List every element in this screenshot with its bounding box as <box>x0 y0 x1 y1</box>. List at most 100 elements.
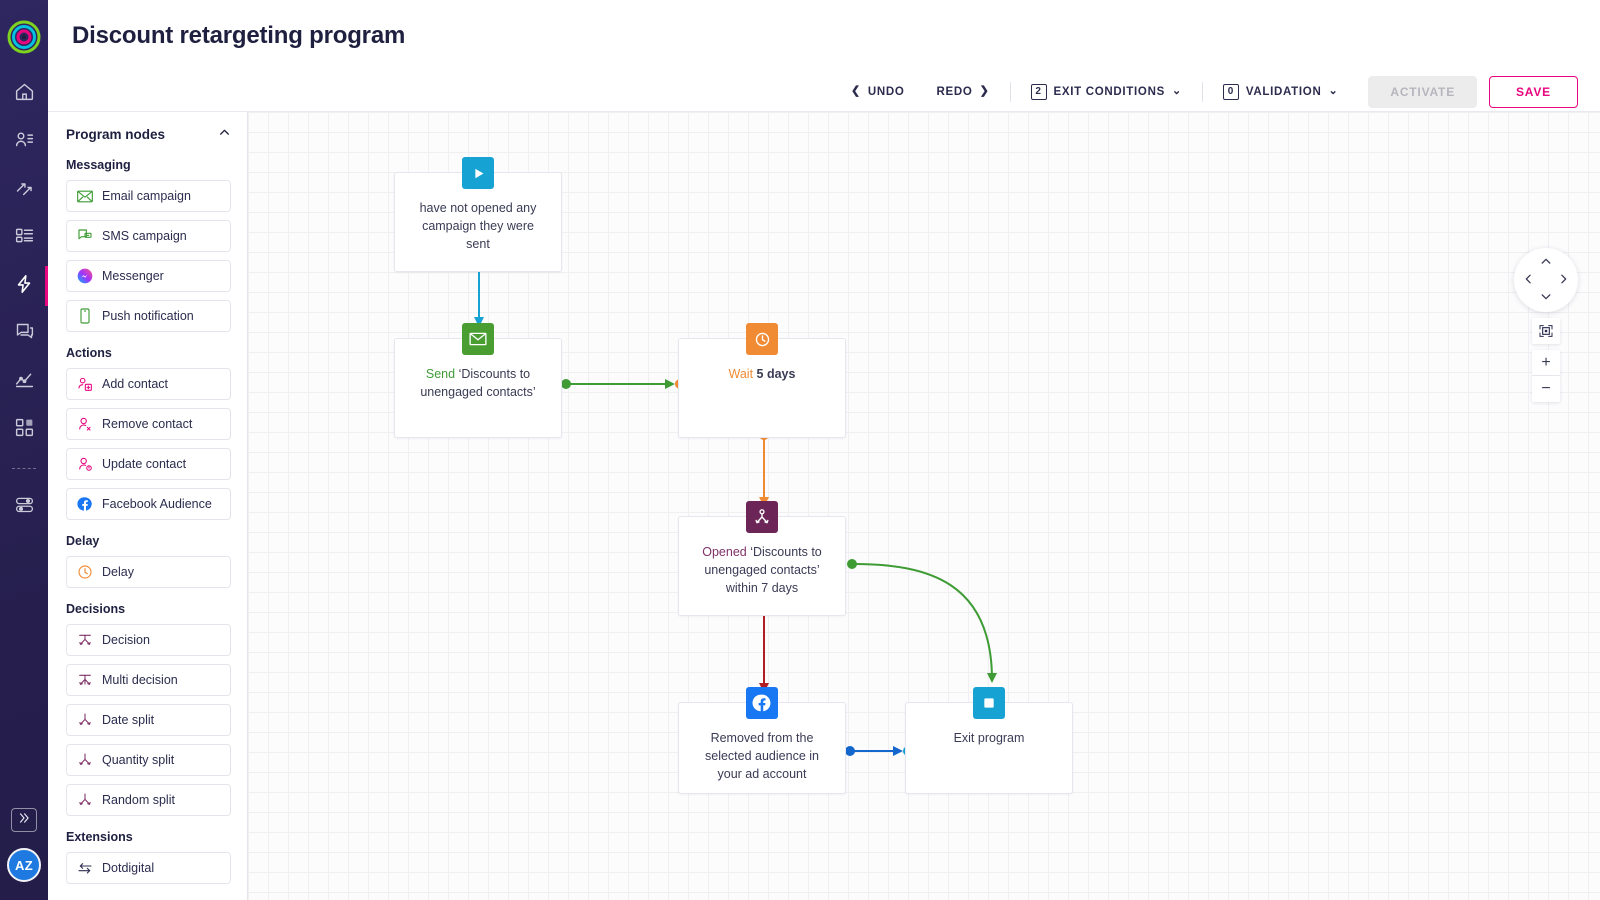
sidebar-item-campaigns[interactable] <box>0 176 48 204</box>
undo-label: UNDO <box>867 85 905 98</box>
flow-node-decision-opened[interactable]: Opened ‘Discounts to unengaged contacts’… <box>678 501 846 616</box>
avatar[interactable]: AZ <box>7 848 41 882</box>
add-contact-icon <box>77 376 93 392</box>
clock-icon <box>746 323 778 355</box>
palette-group-title: Delay <box>66 534 100 548</box>
palette-node-push-notification[interactable]: Push notification <box>66 300 231 332</box>
exit-conditions-label: EXIT CONDITIONS <box>1053 85 1165 98</box>
app-root: AZ Discount retargeting program ❮ UNDO R… <box>0 0 1600 900</box>
zoom-controls: + − <box>1532 318 1560 402</box>
palette-node-label: Add contact <box>102 377 169 391</box>
pan-up-button[interactable] <box>1540 255 1553 270</box>
palette-group-title: Messaging <box>66 158 131 172</box>
pan-down-button[interactable] <box>1540 290 1553 305</box>
sidebar-item-automation[interactable] <box>0 266 48 306</box>
palette-node-sms-campaign[interactable]: SMS campaign <box>66 220 231 252</box>
primary-nav-rail: AZ <box>0 0 48 900</box>
rail-footer: AZ <box>0 808 48 882</box>
apps-grid-icon <box>14 417 35 443</box>
flow-node-wait[interactable]: Wait 5 days <box>678 323 846 438</box>
redo-button[interactable]: REDO ❯ <box>921 76 1006 108</box>
chevron-right-icon: ❯ <box>979 85 990 97</box>
palette-node-add-contact[interactable]: Add contact <box>66 368 231 400</box>
flow-node-wait-text: 5 days <box>756 367 796 381</box>
pan-control[interactable] <box>1514 248 1578 312</box>
chevron-down-icon: ⌄ <box>1171 85 1182 97</box>
email-send-icon <box>462 323 494 355</box>
remove-contact-icon <box>77 416 93 432</box>
palette-node-multi-decision[interactable]: Multi decision <box>66 664 231 696</box>
validation-count-badge: 0 <box>1222 83 1239 100</box>
contacts-icon <box>14 129 35 155</box>
multi-decision-icon <box>77 672 93 688</box>
palette-node-label: Delay <box>102 565 134 579</box>
chevron-up-icon[interactable] <box>218 126 231 142</box>
palette-node-label: Push notification <box>102 309 194 323</box>
play-icon <box>462 157 494 189</box>
lightning-bolt-icon <box>13 273 35 300</box>
redo-label: REDO <box>936 85 973 98</box>
palette-node-date-split[interactable]: Date split <box>66 704 231 736</box>
palette-node-delay[interactable]: Delay <box>66 556 231 588</box>
rail-item-list <box>0 80 48 521</box>
sidebar-item-contacts[interactable] <box>0 128 48 156</box>
sidebar-item-apps[interactable] <box>0 416 48 444</box>
flow-node-decision-accent: Opened <box>702 545 747 559</box>
palette-node-email-campaign[interactable]: Email campaign <box>66 180 231 212</box>
palette-node-label: Decision <box>102 633 150 647</box>
main-column: Discount retargeting program ❮ UNDO REDO… <box>48 0 1600 900</box>
page-header: Discount retargeting program <box>48 0 1600 72</box>
flow-node-start[interactable]: have not opened any campaign they were s… <box>394 157 562 272</box>
zoom-out-button[interactable]: − <box>1532 376 1560 402</box>
brand-logo-icon[interactable] <box>7 20 41 54</box>
palette-node-label: Update contact <box>102 457 187 471</box>
sidebar-item-content[interactable] <box>0 224 48 252</box>
palette-title: Program nodes <box>66 126 166 142</box>
program-canvas[interactable]: have not opened any campaign they were s… <box>248 112 1600 900</box>
messenger-icon <box>77 268 93 284</box>
fit-to-screen-button[interactable] <box>1532 318 1560 344</box>
sidebar-item-chat[interactable] <box>0 320 48 348</box>
palette-node-quantity-split[interactable]: Quantity split <box>66 744 231 776</box>
zoom-in-button[interactable]: + <box>1532 350 1560 376</box>
reports-chart-icon <box>14 369 35 395</box>
facebook-icon <box>746 687 778 719</box>
palette-node-messenger[interactable]: Messenger <box>66 260 231 292</box>
palette-group-title: Actions <box>66 346 112 360</box>
exit-conditions-button[interactable]: 2 EXIT CONDITIONS ⌄ <box>1015 76 1198 108</box>
palette-node-label: SMS campaign <box>102 229 187 243</box>
flow-diagram: have not opened any campaign they were s… <box>248 112 1600 900</box>
palette-header[interactable]: Program nodes <box>66 126 231 142</box>
validation-button[interactable]: 0 VALIDATION ⌄ <box>1207 76 1355 108</box>
expand-nav-button[interactable] <box>11 808 37 832</box>
chat-icon <box>14 321 35 347</box>
flow-node-exit-program[interactable]: Exit program <box>905 687 1073 794</box>
dotdigital-icon <box>77 860 93 876</box>
undo-button[interactable]: ❮ UNDO <box>835 76 921 108</box>
flow-node-send-email[interactable]: Send ‘Discounts to unengaged contacts’ <box>394 323 562 438</box>
activate-button[interactable]: ACTIVATE <box>1368 75 1477 108</box>
chevron-left-icon: ❮ <box>850 85 861 97</box>
palette-node-random-split[interactable]: Random split <box>66 784 231 816</box>
palette-node-decision[interactable]: Decision <box>66 624 231 656</box>
pan-left-button[interactable] <box>1522 273 1535 288</box>
pan-right-button[interactable] <box>1557 273 1570 288</box>
palette-node-facebook-audience[interactable]: Facebook Audience <box>66 488 231 520</box>
sidebar-item-reports[interactable] <box>0 368 48 396</box>
sidebar-item-home[interactable] <box>0 80 48 108</box>
sidebar-item-settings[interactable] <box>0 493 48 521</box>
settings-toggles-icon <box>14 494 35 520</box>
exit-conditions-count-badge: 2 <box>1030 83 1047 100</box>
decision-icon <box>746 501 778 533</box>
palette-node-update-contact[interactable]: Update contact <box>66 448 231 480</box>
palette-node-remove-contact[interactable]: Remove contact <box>66 408 231 440</box>
save-button[interactable]: SAVE <box>1489 75 1578 108</box>
toolbar-divider-2 <box>1201 81 1203 102</box>
palette-node-dotdigital[interactable]: Dotdigital <box>66 852 231 884</box>
page-title: Discount retargeting program <box>72 22 406 49</box>
editor-toolbar: ❮ UNDO REDO ❯ 2 EXIT CONDITIONS ⌄ 0 VALI… <box>48 72 1600 112</box>
flow-node-facebook-remove[interactable]: Removed from the selected audience in yo… <box>678 687 846 794</box>
editor-body: Program nodes Messaging Email campaign SMS… <box>48 112 1600 900</box>
palette-node-label: Remove contact <box>102 417 193 431</box>
campaigns-icon <box>14 177 35 203</box>
